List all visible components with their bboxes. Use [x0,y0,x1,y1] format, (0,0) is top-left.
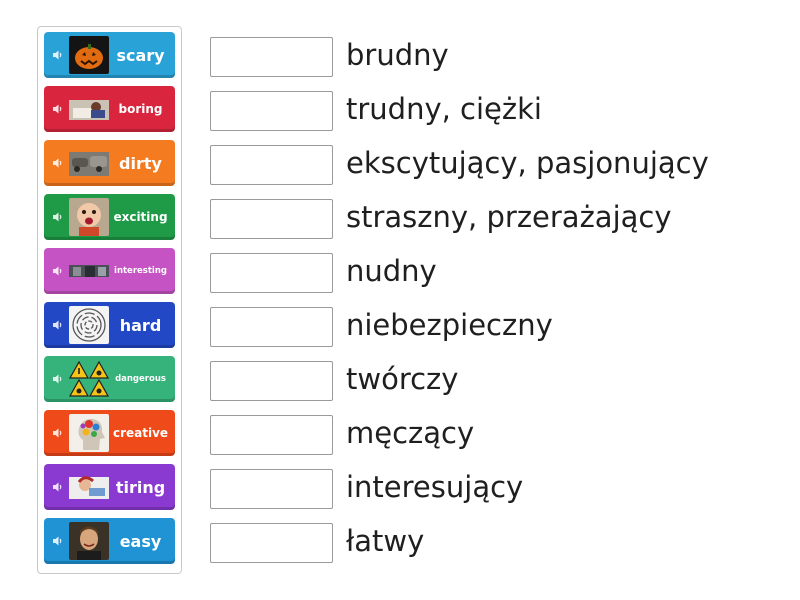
definition-text: ekscytujący, pasjonujący [346,146,709,180]
interesting-scene-thumbnail-icon [69,252,109,290]
tile-word: boring [118,102,163,116]
definition-text: łatwy [346,524,425,558]
drop-slot-nudny[interactable] [210,253,333,293]
definition-text: brudny [346,38,449,72]
tile-word: dirty [119,153,162,173]
speaker-icon[interactable] [52,535,64,547]
drop-slot-straszny[interactable] [210,199,333,239]
tile-hard[interactable]: hard [44,302,175,348]
definition-text: straszny, przerażający [346,200,672,234]
tile-word: dangerous [115,374,166,384]
tile-easy[interactable]: easy [44,518,175,564]
definition-text: twórczy [346,362,459,396]
warning-signs-thumbnail-icon [69,360,109,398]
dirty-cars-thumbnail-icon [69,144,109,182]
tile-scary[interactable]: scary [44,32,175,78]
tile-word: scary [116,45,165,65]
drop-slot-interesujacy[interactable] [210,469,333,509]
speaker-icon[interactable] [52,373,64,385]
speaker-icon[interactable] [52,319,64,331]
tired-person-thumbnail-icon [69,468,109,506]
drop-slot-meczacy[interactable] [210,415,333,455]
definition-text: niebezpieczny [346,308,553,342]
definition-text: nudny [346,254,437,288]
drop-slot-niebezpieczny[interactable] [210,307,333,347]
maze-thumbnail-icon [69,306,109,344]
tile-interesting[interactable]: interesting [44,248,175,294]
tile-exciting[interactable]: exciting [44,194,175,240]
definition-text: trudny, ciężki [346,92,542,126]
tile-word: creative [112,426,169,440]
excited-baby-thumbnail-icon [69,198,109,236]
speaker-icon[interactable] [52,103,64,115]
speaker-icon[interactable] [52,49,64,61]
speaker-icon[interactable] [52,211,64,223]
word-tile-panel: scary boring dirty exciting interesting … [37,26,182,574]
tile-dirty[interactable]: dirty [44,140,175,186]
pumpkin-thumbnail-icon [69,36,109,74]
tile-tiring[interactable]: tiring [44,464,175,510]
tile-boring[interactable]: boring [44,86,175,132]
tile-word: easy [119,531,162,551]
tile-dangerous[interactable]: dangerous [44,356,175,402]
speaker-icon[interactable] [52,481,64,493]
drop-slot-trudny[interactable] [210,91,333,131]
drop-slot-tworczy[interactable] [210,361,333,401]
tile-word: interesting [114,266,167,276]
tile-word: exciting [113,210,168,224]
creative-head-thumbnail-icon [69,414,109,452]
speaker-icon[interactable] [52,157,64,169]
definition-text: interesujący [346,470,524,504]
drop-slot-ekscytujacy[interactable] [210,145,333,185]
speaker-icon[interactable] [52,427,64,439]
speaker-icon[interactable] [52,265,64,277]
tile-creative[interactable]: creative [44,410,175,456]
drop-slot-latwy[interactable] [210,523,333,563]
tile-word: hard [119,315,162,335]
drop-slot-brudny[interactable] [210,37,333,77]
definition-text: męczący [346,416,475,450]
smiling-man-thumbnail-icon [69,522,109,560]
bored-student-thumbnail-icon [69,90,109,128]
tile-word: tiring [115,477,166,497]
match-up-activity: scary boring dirty exciting interesting … [0,0,800,600]
